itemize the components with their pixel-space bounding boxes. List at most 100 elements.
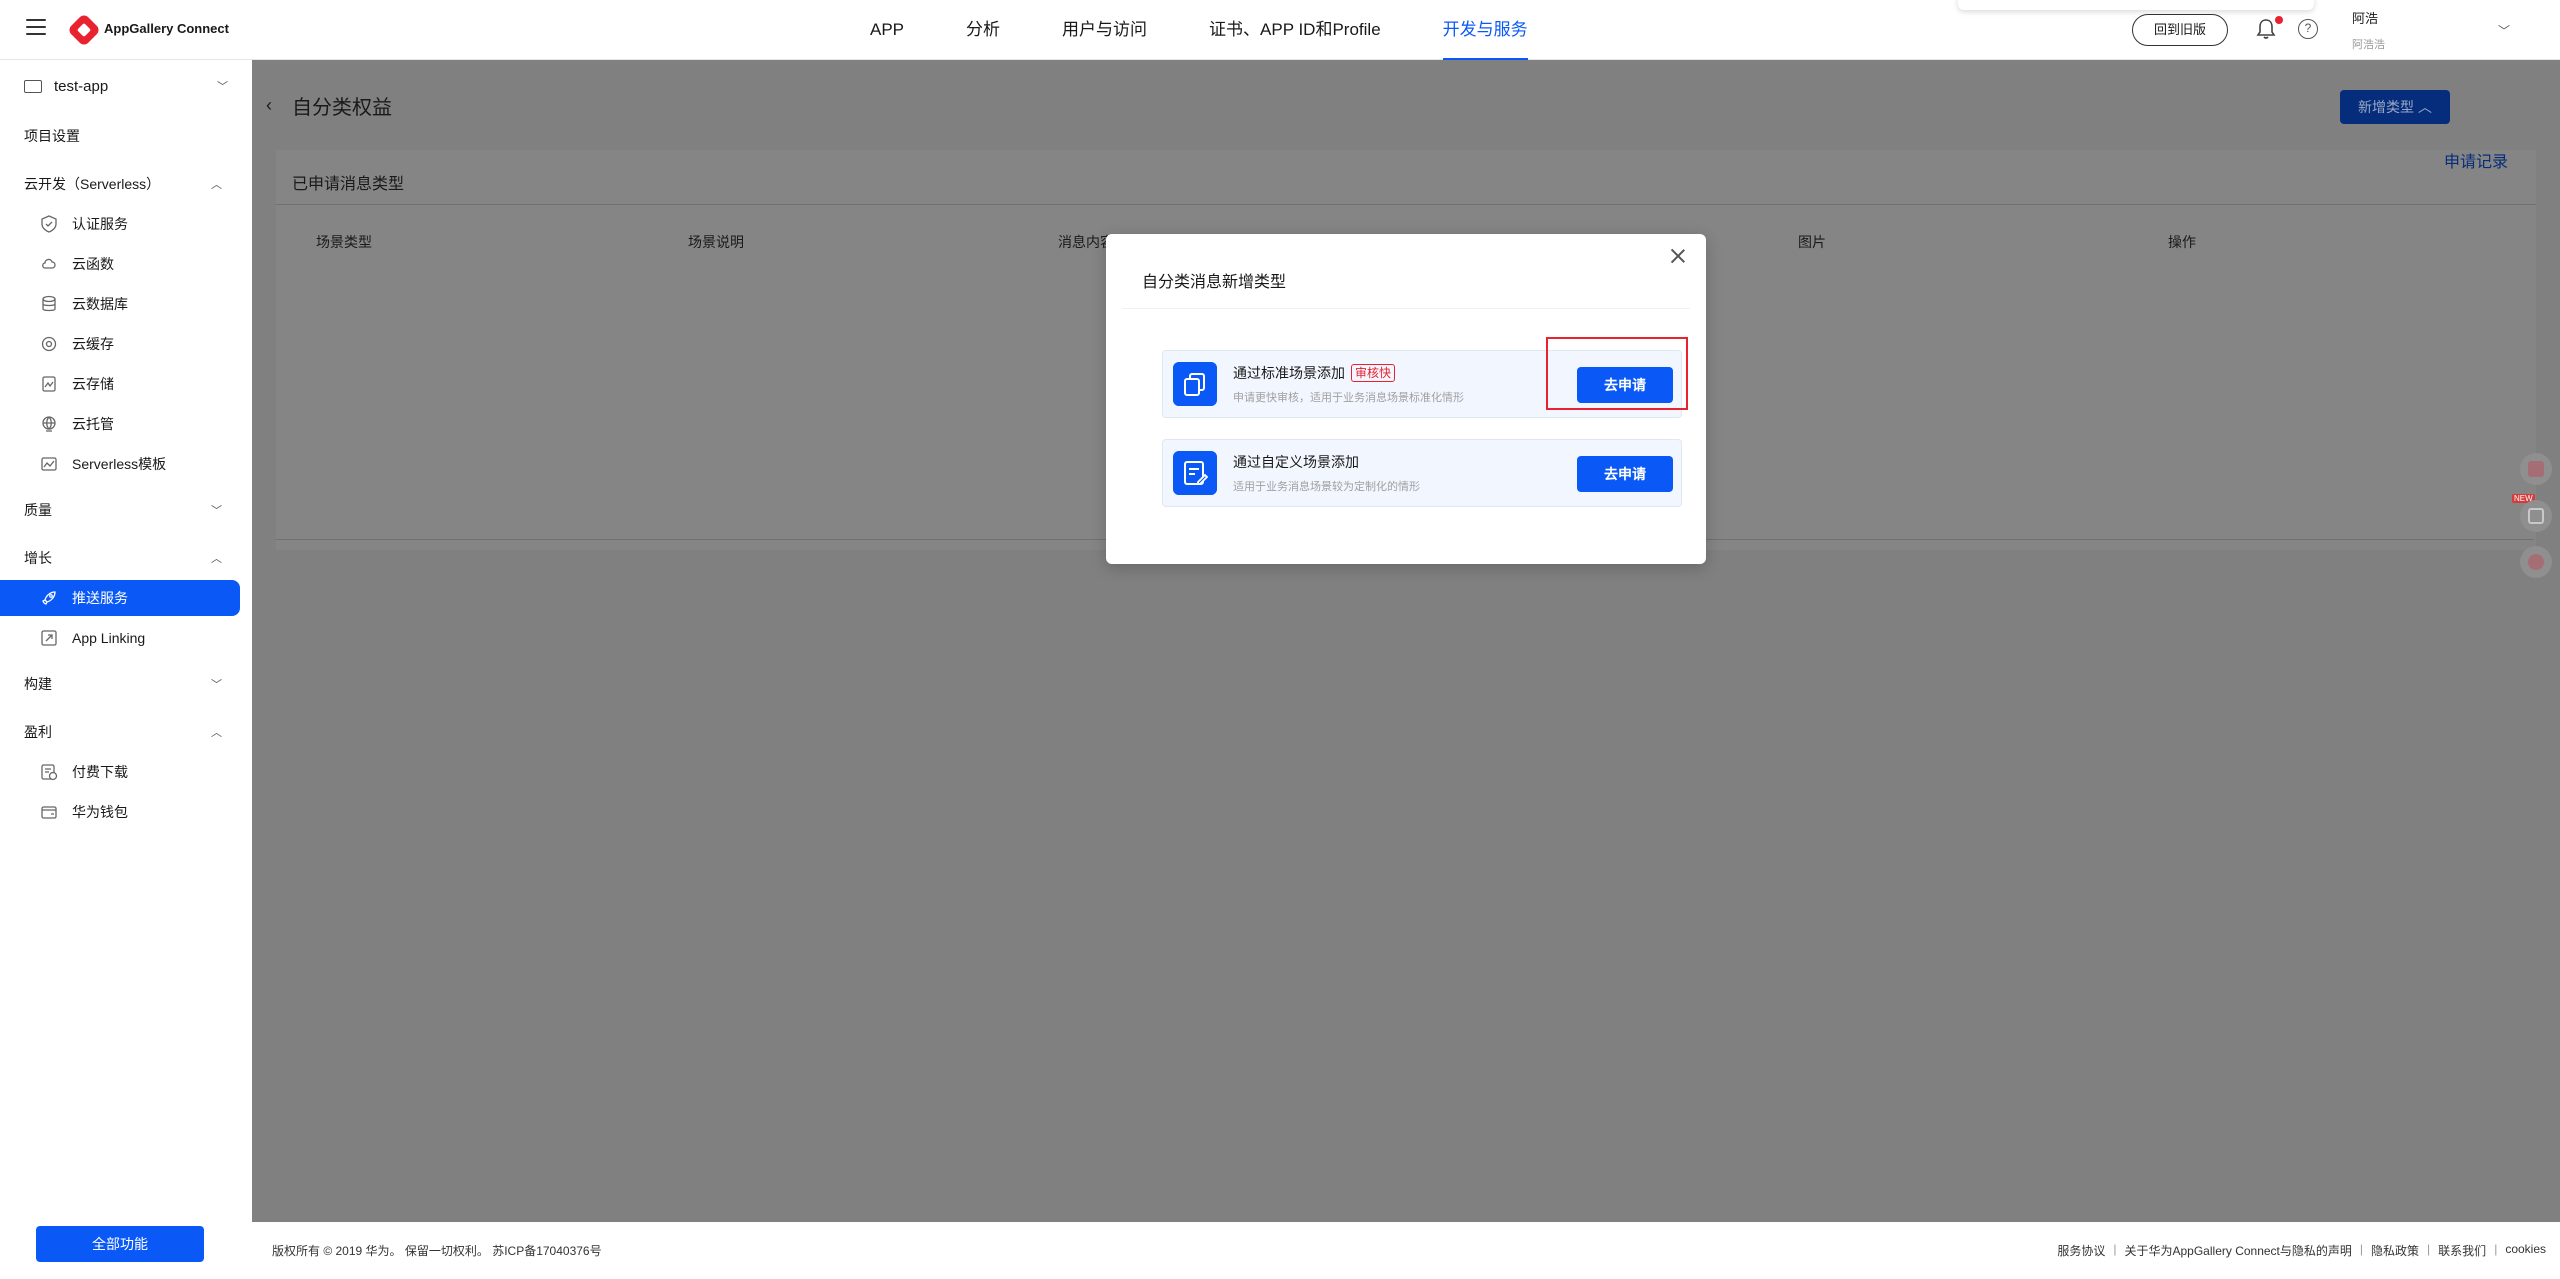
help-icon[interactable]: ? — [2298, 19, 2318, 39]
appgallery-logo-icon — [67, 13, 101, 47]
sidebar-item-cache[interactable]: 云缓存 — [0, 326, 252, 362]
sidebar: test-app ﹀ 项目设置 云开发（Serverless） ︿ 认证服务 云… — [0, 60, 252, 1279]
chevron-down-icon[interactable]: ﹀ — [2498, 22, 2510, 39]
sidebar-item-label: 项目设置 — [24, 128, 80, 144]
sidebar-item-functions[interactable]: 云函数 — [0, 246, 252, 282]
sidebar-item-label: 推送服务 — [72, 590, 128, 606]
sidebar-item-label: 付费下载 — [72, 764, 128, 780]
sidebar-item-push[interactable]: 推送服务 — [0, 580, 240, 616]
all-features-button[interactable]: 全部功能 — [36, 1226, 204, 1262]
footer-link-contact[interactable]: 联系我们 — [2438, 1242, 2486, 1259]
card-title: 已申请消息类型 — [292, 176, 405, 193]
sidebar-group-growth[interactable]: 增长 ︿ — [0, 540, 252, 576]
sidebar-item-paid-download[interactable]: 付费下载 — [0, 754, 252, 790]
feedback-icon[interactable] — [2520, 546, 2552, 578]
annotation-highlight-box — [1546, 337, 1688, 410]
user-name[interactable]: 阿浩 — [2352, 8, 2378, 27]
sidebar-group-build[interactable]: 构建 ﹀ — [0, 666, 252, 702]
user-subtitle: 阿浩浩 — [2352, 39, 2385, 51]
qr-code-icon[interactable] — [2520, 500, 2552, 532]
sidebar-item-label: 云托管 — [72, 416, 114, 432]
footer-link-terms[interactable]: 服务协议 — [2057, 1242, 2105, 1259]
apply-record-link[interactable]: 申请记录 — [2444, 148, 2508, 172]
nav-analytics[interactable]: 分析 — [966, 0, 1000, 60]
page-title: 自分类权益 — [292, 97, 392, 119]
chevron-up-icon: ︿ — [211, 727, 222, 739]
sidebar-item-serverless-template[interactable]: Serverless模板 — [0, 446, 252, 482]
divider — [1122, 308, 1690, 309]
sidebar-group-quality[interactable]: 质量 ﹀ — [0, 492, 252, 528]
folder-icon — [24, 79, 42, 93]
copyright: 版权所有 © 2019 华为。 保留一切权利。 苏ICP备17040376号 — [272, 1244, 602, 1258]
globe-icon — [42, 416, 56, 432]
sidebar-group-earn[interactable]: 盈利 ︿ — [0, 714, 252, 750]
close-icon[interactable] — [1670, 248, 1686, 264]
footer-link-privacy-policy[interactable]: 隐私政策 — [2371, 1242, 2419, 1259]
link-icon — [41, 630, 57, 646]
chevron-left-icon[interactable]: ‹ — [266, 95, 272, 116]
chevron-up-icon: ︿ — [211, 553, 222, 565]
column-header: 图片 — [1798, 234, 1826, 250]
sidebar-item-label: 云缓存 — [72, 336, 114, 352]
sidebar-item-storage[interactable]: 云存储 — [0, 366, 252, 402]
sidebar-item-hosting[interactable]: 云托管 — [0, 406, 252, 442]
sidebar-item-label: Serverless模板 — [72, 456, 167, 472]
chevron-down-icon: ﹀ — [217, 81, 228, 93]
option-title-text: 通过自定义场景添加 — [1233, 454, 1359, 470]
page-footer: 版权所有 © 2019 华为。 保留一切权利。 苏ICP备17040376号 服… — [252, 1222, 2560, 1279]
sidebar-item-label: 云函数 — [72, 256, 114, 272]
option-title-text: 通过标准场景添加 — [1233, 365, 1345, 381]
menu-icon[interactable] — [26, 19, 46, 37]
chevron-up-icon: ︿ — [2417, 99, 2432, 115]
cloud-function-icon — [42, 258, 56, 269]
sidebar-item-label: 认证服务 — [72, 216, 128, 232]
fast-review-badge: 审核快 — [1351, 364, 1396, 382]
column-header: 场景类型 — [316, 234, 372, 250]
chevron-up-icon: ︿ — [211, 179, 222, 191]
brand-name: AppGallery Connect — [104, 21, 229, 36]
sidebar-item-auth[interactable]: 认证服务 — [0, 206, 252, 242]
sidebar-item-wallet[interactable]: 华为钱包 — [0, 794, 252, 830]
gift-icon[interactable] — [2520, 453, 2552, 485]
back-to-old-version-button[interactable]: 回到旧版 — [2132, 14, 2228, 46]
sidebar-item-database[interactable]: 云数据库 — [0, 286, 252, 322]
nav-users-access[interactable]: 用户与访问 — [1062, 0, 1147, 60]
nav-app[interactable]: APP — [870, 0, 904, 60]
bell-icon[interactable] — [2256, 18, 2276, 40]
paid-download-icon — [41, 764, 58, 781]
sidebar-item-applinking[interactable]: App Linking — [0, 620, 252, 656]
cache-icon — [41, 336, 57, 352]
popover-edge — [1958, 0, 2314, 10]
dialog-title: 自分类消息新增类型 — [1142, 274, 1287, 291]
template-icon — [41, 457, 57, 471]
sidebar-item-label: 云数据库 — [72, 296, 128, 312]
footer-link-cookies[interactable]: cookies — [2505, 1242, 2546, 1259]
divider — [276, 204, 2536, 205]
chevron-down-icon: ﹀ — [211, 505, 222, 517]
sidebar-item-label: 华为钱包 — [72, 804, 128, 820]
shield-icon — [41, 215, 57, 233]
option-description: 申请更快审核，适用于业务消息场景标准化情形 — [1233, 392, 1464, 404]
top-bar: AppGallery Connect APP 分析 用户与访问 证书、APP I… — [0, 0, 2560, 60]
top-nav: APP 分析 用户与访问 证书、APP ID和Profile 开发与服务 — [870, 0, 1590, 60]
storage-icon — [42, 376, 56, 392]
sidebar-group-serverless[interactable]: 云开发（Serverless） ︿ — [0, 166, 252, 202]
option-description: 适用于业务消息场景较为定制化的情形 — [1233, 481, 1420, 493]
chevron-down-icon: ﹀ — [211, 679, 222, 691]
new-type-button[interactable]: 新增类型 ︿ — [2340, 90, 2450, 124]
option-title: 通过标准场景添加 审核快 — [1233, 363, 1396, 383]
nav-develop-services[interactable]: 开发与服务 — [1442, 0, 1528, 60]
copy-icon — [1173, 362, 1217, 406]
footer-links: 服务协议 | 关于华为AppGallery Connect与隐私的声明 | 隐私政策… — [2057, 1242, 2546, 1259]
nav-certificates[interactable]: 证书、APP ID和Profile — [1209, 0, 1381, 60]
wallet-icon — [41, 806, 57, 819]
database-icon — [42, 295, 56, 312]
footer-link-about-privacy[interactable]: 关于华为AppGallery Connect与隐私的声明 — [2125, 1242, 2352, 1259]
new-type-button-label: 新增类型 — [2358, 99, 2415, 115]
project-name: test-app — [54, 77, 109, 95]
sidebar-item-project-settings[interactable]: 项目设置 — [0, 118, 252, 154]
sidebar-item-label: App Linking — [72, 630, 146, 646]
apply-custom-button[interactable]: 去申请 — [1577, 456, 1673, 492]
column-header: 操作 — [2168, 234, 2196, 250]
project-selector[interactable]: test-app ﹀ — [24, 72, 228, 100]
